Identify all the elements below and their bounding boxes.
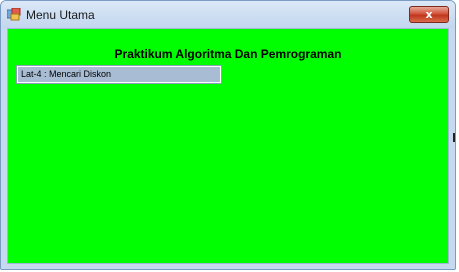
page-heading: Praktikum Algoritma Dan Pemrograman	[114, 47, 342, 61]
form-client-area: Praktikum Algoritma Dan Pemrograman Lat-…	[7, 28, 449, 264]
main-window: Menu Utama x Praktikum Algoritma Dan Pem…	[0, 0, 456, 270]
app-icon	[6, 7, 21, 21]
menu-listbox[interactable]: Lat-4 : Mencari Diskon	[16, 65, 222, 84]
app-icon-graphic	[6, 7, 21, 21]
close-button[interactable]: x	[409, 6, 449, 23]
window-edge-mark	[453, 133, 455, 142]
window-title: Menu Utama	[26, 8, 95, 22]
close-icon: x	[425, 8, 433, 21]
title-bar[interactable]: Menu Utama x	[1, 1, 455, 28]
list-item-lat-4[interactable]: Lat-4 : Mencari Diskon	[18, 67, 220, 82]
